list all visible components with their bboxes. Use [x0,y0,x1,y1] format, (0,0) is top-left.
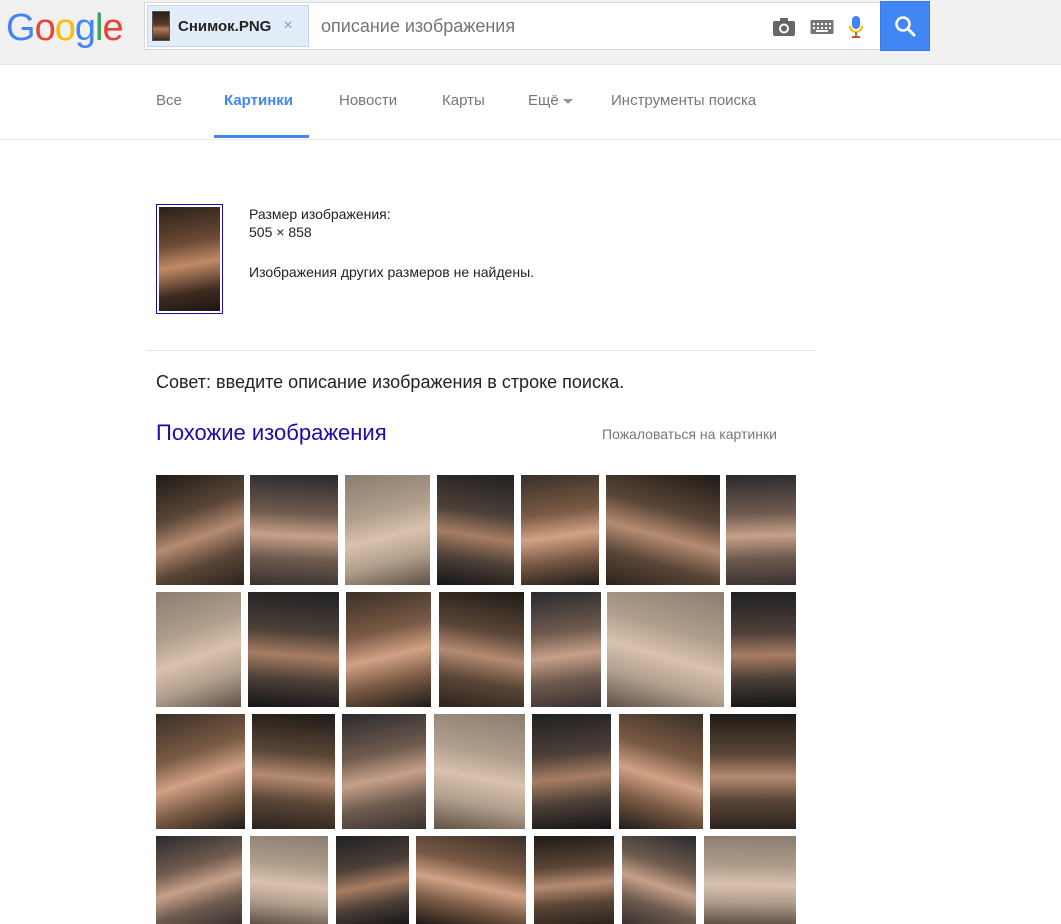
similar-image-thumbnail[interactable] [606,475,720,585]
similar-image-thumbnail[interactable] [731,592,796,707]
similar-image-thumbnail[interactable] [346,592,431,707]
similar-image-thumbnail[interactable] [250,836,328,924]
similar-image-thumbnail[interactable] [156,475,244,585]
similar-image-thumbnail[interactable] [607,592,724,707]
similar-image-thumbnail[interactable] [416,836,526,924]
search-icon [895,16,916,37]
microphone-icon[interactable] [843,15,869,39]
logo-letter: o [54,7,76,49]
image-info: Размер изображения: 505 × 858 Изображени… [249,205,534,281]
tab-images[interactable]: Картинки [224,92,293,109]
query-image-preview[interactable] [156,204,223,314]
chevron-down-icon [562,98,573,104]
top-bar: Google Снимок.PNG × [0,0,1061,65]
similar-image-thumbnail[interactable] [434,714,525,829]
similar-image-thumbnail[interactable] [342,714,426,829]
tab-search-tools[interactable]: Инструменты поиска [611,92,756,109]
logo-letter: G [6,7,36,49]
tab-more[interactable]: Ещё [528,92,573,109]
remove-image-icon[interactable]: × [283,17,292,35]
divider [146,350,816,351]
similar-image-thumbnail[interactable] [726,475,796,585]
similar-image-thumbnail[interactable] [250,475,338,585]
search-tip: Совет: введите описание изображения в ст… [156,372,625,392]
logo-letter: g [74,7,96,49]
similar-image-thumbnail[interactable] [521,475,599,585]
similar-image-thumbnail[interactable] [156,592,241,707]
similar-image-thumbnail[interactable] [252,714,335,829]
similar-image-thumbnail[interactable] [345,475,430,585]
logo-letter: l [94,7,104,49]
query-image [159,207,220,311]
query-image-thumbnail [152,11,170,41]
tab-maps[interactable]: Карты [442,92,485,109]
image-size-value: 505 × 858 [249,224,312,240]
active-tab-indicator [214,135,309,138]
query-image-filename: Снимок.PNG [178,17,272,35]
similar-images-heading[interactable]: Похожие изображения [156,420,387,446]
similar-image-thumbnail[interactable] [437,475,514,585]
similar-image-thumbnail[interactable] [710,714,796,829]
similar-image-thumbnail[interactable] [619,714,703,829]
google-logo[interactable]: Google [6,6,124,50]
search-box[interactable]: Снимок.PNG × [144,2,881,50]
search-button[interactable] [880,1,930,51]
similar-image-thumbnail[interactable] [439,592,524,707]
tab-more-label: Ещё [528,92,559,109]
search-input[interactable] [321,16,721,37]
tab-news[interactable]: Новости [339,92,397,109]
logo-letter: o [34,7,56,49]
image-query-chip[interactable]: Снимок.PNG × [147,5,309,47]
similar-image-thumbnail[interactable] [704,836,796,924]
tab-all[interactable]: Все [156,92,182,109]
similar-image-thumbnail[interactable] [156,836,242,924]
search-tabs: Все Картинки Новости Карты Ещё Инструмен… [0,65,1061,140]
similar-image-thumbnail[interactable] [248,592,339,707]
keyboard-icon[interactable] [809,15,835,39]
similar-image-thumbnail[interactable] [622,836,696,924]
report-images-link[interactable]: Пожаловаться на картинки [602,426,777,442]
similar-image-thumbnail[interactable] [532,714,611,829]
other-sizes-note: Изображения других размеров не найдены. [249,264,535,280]
similar-image-thumbnail[interactable] [534,836,614,924]
logo-letter: e [102,7,123,49]
camera-icon[interactable] [771,15,797,39]
similar-image-thumbnail[interactable] [336,836,409,924]
image-size-label: Размер изображения: [249,206,391,222]
similar-image-thumbnail[interactable] [156,714,245,829]
similar-image-thumbnail[interactable] [531,592,601,707]
